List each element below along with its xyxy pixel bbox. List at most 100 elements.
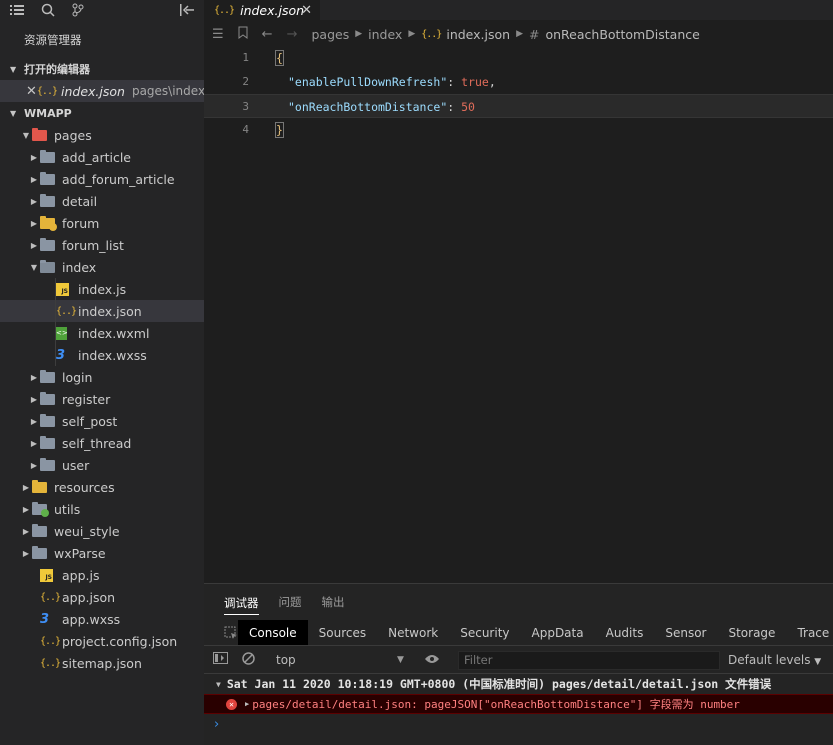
list-icon[interactable] <box>10 0 41 20</box>
indent-guide <box>55 278 56 300</box>
tab-problems[interactable]: 问题 <box>279 594 302 610</box>
tree-item-resources[interactable]: ▶ resources <box>0 476 204 498</box>
open-editors-label: 打开的编辑器 <box>24 63 90 76</box>
context-select[interactable]: top <box>276 653 296 667</box>
tab-debugger[interactable]: 调试器 <box>224 595 259 615</box>
log-group-header[interactable]: ▼ Sat Jan 11 2020 10:18:19 GMT+0800 (中国标… <box>204 674 833 694</box>
tree-item-forum-list[interactable]: ▶ forum_list <box>0 234 204 256</box>
filter-input[interactable]: Filter <box>458 651 720 670</box>
code-text: "onReachBottomDistance": 50 <box>288 95 475 119</box>
chevron-right-icon: ▶ <box>22 482 30 492</box>
tree-item-sitemap[interactable]: {..} sitemap.json <box>0 652 204 674</box>
console-toolbar: top ▼ Filter Default levels ▼ <box>204 646 833 674</box>
list-icon[interactable]: ☰ <box>212 27 224 42</box>
tab-output[interactable]: 输出 <box>322 594 345 610</box>
search-icon[interactable] <box>41 0 72 20</box>
js-file-icon: JS <box>56 282 74 296</box>
sidebar-toolbar <box>0 0 204 20</box>
tree-item-index-wxml[interactable]: <> index.wxml <box>0 322 204 344</box>
error-message[interactable]: ✕ ▶ pages/detail/detail.json: pageJSON["… <box>204 694 833 714</box>
back-arrow-icon[interactable]: ← <box>262 27 273 42</box>
sidebar-toggle-icon[interactable] <box>213 652 228 667</box>
tab-network[interactable]: Network <box>377 620 449 645</box>
tree-item-index-folder[interactable]: ▼ index <box>0 256 204 278</box>
tree-item-label: project.config.json <box>62 633 178 649</box>
breadcrumb-item[interactable]: pages <box>311 27 349 42</box>
tab-sensor[interactable]: Sensor <box>654 620 717 645</box>
project-header[interactable]: ▼ WMAPP <box>0 102 204 124</box>
tree-item-app-js[interactable]: JS app.js <box>0 564 204 586</box>
chevron-down-icon[interactable]: ▼ <box>397 655 404 665</box>
chevron-right-icon: ▶ <box>30 438 38 448</box>
breadcrumb-item[interactable]: index <box>368 27 402 42</box>
open-editor-name: index.json <box>61 83 125 99</box>
inspect-icon[interactable] <box>224 620 238 645</box>
tree-item-login[interactable]: ▶ login <box>0 366 204 388</box>
tree-item-detail[interactable]: ▶ detail <box>0 190 204 212</box>
open-editors-header[interactable]: ▼ 打开的编辑器 <box>0 58 204 80</box>
code-line-active: 3 "onReachBottomDistance": 50 <box>204 94 833 118</box>
tab-audits[interactable]: Audits <box>595 620 655 645</box>
tree-item-wxparse[interactable]: ▶ wxParse <box>0 542 204 564</box>
tree-item-forum[interactable]: ▶ forum <box>0 212 204 234</box>
tree-item-self-thread[interactable]: ▶ self_thread <box>0 432 204 454</box>
tree-item-pages[interactable]: ▼ pages <box>0 124 204 146</box>
levels-select[interactable]: Default levels ▼ <box>728 653 821 667</box>
clear-console-icon[interactable] <box>242 651 255 668</box>
chevron-right-icon: ▶ <box>30 416 38 426</box>
code-line: 4 } <box>204 118 833 142</box>
editor-area: {..} index.json ✕ ☰ ← → pages ▶ index ▶ … <box>204 0 833 583</box>
tree-item-add-forum-article[interactable]: ▶ add_forum_article <box>0 168 204 190</box>
breadcrumb-item[interactable]: index.json <box>446 27 510 42</box>
tree-item-register[interactable]: ▶ register <box>0 388 204 410</box>
tree-item-weui-style[interactable]: ▶ weui_style <box>0 520 204 542</box>
indent-guide <box>55 344 56 366</box>
forward-arrow-icon[interactable]: → <box>287 27 298 42</box>
tree-item-app-json[interactable]: {..} app.json <box>0 586 204 608</box>
tree-item-self-post[interactable]: ▶ self_post <box>0 410 204 432</box>
tree-item-index-wxss[interactable]: 3 index.wxss <box>0 344 204 366</box>
tree-item-label: index <box>62 259 97 275</box>
tab-sources[interactable]: Sources <box>308 620 377 645</box>
indent-guide <box>55 322 56 344</box>
tab-label: index.json <box>240 2 305 18</box>
bookmark-icon[interactable] <box>238 26 248 43</box>
open-editor-item[interactable]: ✕ {..} index.json pages\index <box>0 80 204 102</box>
close-icon[interactable]: ✕ <box>301 3 312 18</box>
tree-item-utils[interactable]: ▶ utils <box>0 498 204 520</box>
folder-icon <box>40 435 58 450</box>
tab-console[interactable]: Console <box>238 620 308 645</box>
folder-icon <box>32 501 50 517</box>
folder-icon <box>40 171 58 186</box>
chevron-down-icon: ▼ <box>10 64 17 74</box>
wxss-file-icon: 3 <box>40 611 50 627</box>
chevron-right-icon: ▶ <box>355 29 363 39</box>
close-icon[interactable]: ✕ <box>26 84 37 99</box>
tree-item-label: utils <box>54 501 81 517</box>
source-control-icon[interactable] <box>72 0 103 20</box>
tab-storage[interactable]: Storage <box>717 620 786 645</box>
chevron-down-icon: ▼ <box>22 130 30 140</box>
tab-appdata[interactable]: AppData <box>521 620 595 645</box>
breadcrumb-item[interactable]: onReachBottomDistance <box>545 27 699 42</box>
tree-item-index-json[interactable]: {..} index.json <box>0 300 204 322</box>
tree-item-app-wxss[interactable]: 3 app.wxss <box>0 608 204 630</box>
tree-item-label: app.wxss <box>62 611 121 627</box>
json-file-icon: {..} <box>40 635 61 647</box>
json-file-icon: {..} <box>36 85 58 97</box>
tab-index-json[interactable]: {..} index.json ✕ <box>204 0 320 20</box>
tree-item-label: index.json <box>78 303 142 319</box>
tree-item-user[interactable]: ▶ user <box>0 454 204 476</box>
tree-item-add-article[interactable]: ▶ add_article <box>0 146 204 168</box>
folder-icon <box>32 127 50 142</box>
collapse-panel-icon[interactable] <box>180 0 200 20</box>
eye-icon[interactable] <box>424 653 440 667</box>
tab-trace[interactable]: Trace <box>786 620 833 645</box>
chevron-right-icon: ▶ <box>30 240 38 250</box>
explorer-title: 资源管理器 <box>24 33 82 47</box>
tree-item-index-js[interactable]: JS index.js <box>0 278 204 300</box>
tab-security[interactable]: Security <box>449 620 520 645</box>
panel-tabs: 调试器 问题 输出 <box>204 584 833 620</box>
console-prompt[interactable]: › <box>204 714 833 734</box>
tree-item-project-config[interactable]: {..} project.config.json <box>0 630 204 652</box>
